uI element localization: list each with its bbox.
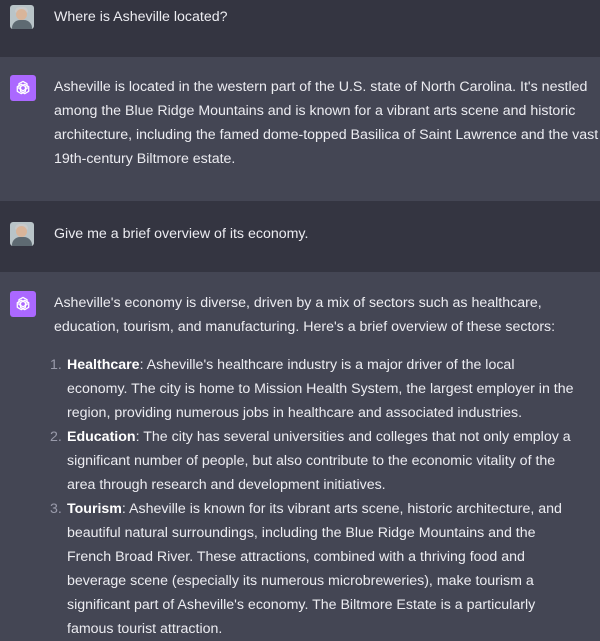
user-message-text: Give me a brief overview of its economy. [54, 226, 309, 242]
sector-title: Tourism [67, 501, 122, 517]
assistant-message-text: Asheville is located in the western part… [54, 79, 599, 167]
sector-title: Education [67, 429, 136, 445]
user-message: Where is Asheville located? [0, 0, 600, 57]
assistant-intro-text: Asheville's economy is diverse, driven b… [54, 295, 556, 335]
list-item: 3. Tourism: Asheville is known for its v… [50, 497, 600, 641]
economy-sector-list: 1. Healthcare: Asheville's healthcare in… [50, 353, 600, 641]
openai-logo-icon [10, 75, 36, 101]
list-item: 2. Education: The city has several unive… [50, 425, 600, 497]
assistant-message: Asheville's economy is diverse, driven b… [0, 272, 600, 637]
list-number: 3. [50, 501, 62, 517]
list-number: 2. [50, 429, 62, 445]
user-message-text: Where is Asheville located? [54, 9, 228, 25]
chat-thread: Where is Asheville located? Asheville is… [0, 0, 600, 637]
list-item: 1. Healthcare: Asheville's healthcare in… [50, 353, 600, 425]
sector-description: : Asheville is known for its vibrant art… [67, 501, 562, 637]
sector-description: : The city has several universities and … [67, 429, 571, 493]
assistant-message: Asheville is located in the western part… [0, 57, 600, 201]
user-message: Give me a brief overview of its economy. [0, 201, 600, 272]
sector-title: Healthcare [67, 357, 140, 373]
list-number: 1. [50, 357, 62, 373]
user-avatar [10, 222, 34, 246]
user-avatar [10, 5, 34, 29]
openai-logo-icon [10, 291, 36, 317]
sector-description: : Asheville's healthcare industry is a m… [67, 357, 574, 421]
